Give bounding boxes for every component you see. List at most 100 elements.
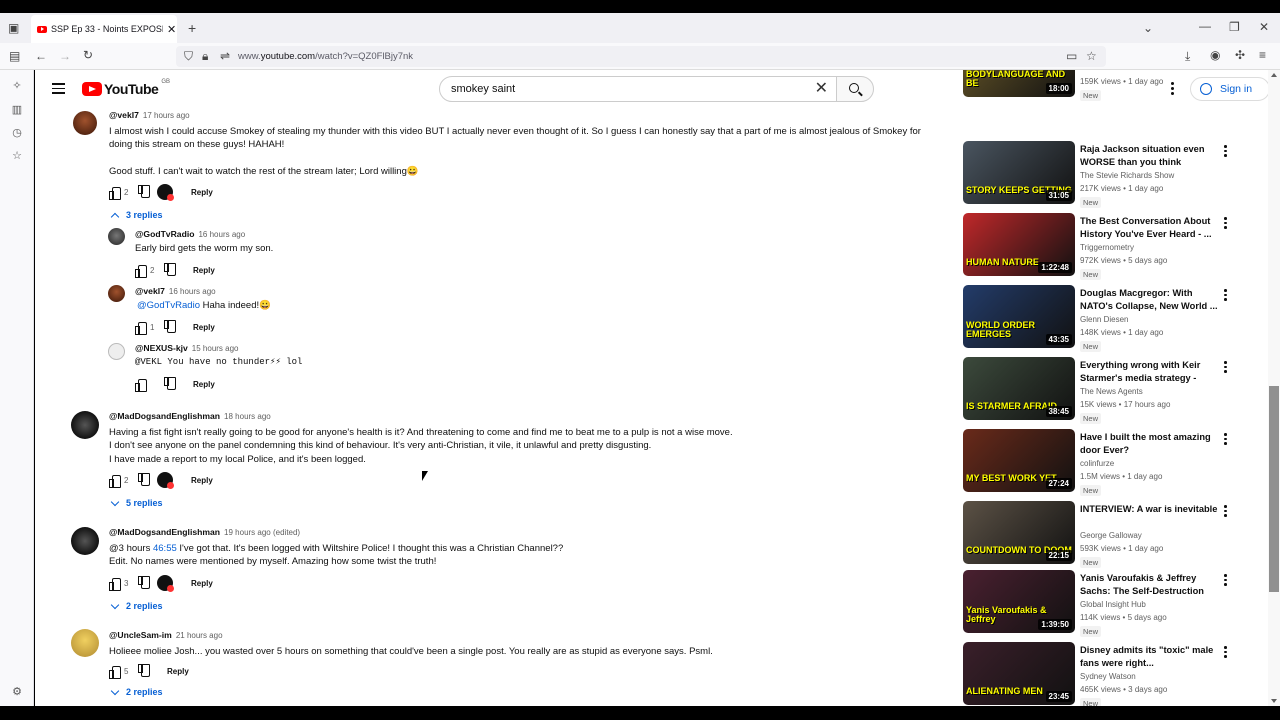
video-more-icon[interactable]: [1224, 217, 1227, 231]
tab-list-icon[interactable]: ▣: [8, 21, 19, 35]
like-icon[interactable]: [109, 577, 121, 591]
menu-icon[interactable]: ≡: [1259, 48, 1266, 62]
avatar[interactable]: [71, 411, 99, 439]
like-icon[interactable]: [109, 474, 121, 488]
reply-time[interactable]: 16 hours ago: [198, 230, 245, 239]
related-video[interactable]: COUNTDOWN TO DOOM 22:15 INTERVIEW: A war i…: [963, 501, 1243, 568]
reply-button[interactable]: Reply: [191, 579, 213, 588]
browser-tab-active[interactable]: SSP Ep 33 - Noints EXPOSED (b ✕: [31, 15, 177, 43]
guide-menu-icon[interactable]: [52, 83, 65, 97]
dislike-icon[interactable]: [164, 265, 175, 276]
video-channel[interactable]: Sydney Watson: [1080, 672, 1136, 681]
video-channel[interactable]: Global Insight Hub: [1080, 600, 1146, 609]
video-more-icon[interactable]: [1224, 505, 1227, 519]
related-video[interactable]: WORLD ORDER EMERGES 43:35 Douglas Macgrego…: [963, 285, 1243, 352]
video-channel[interactable]: Glenn Diesen: [1080, 315, 1128, 324]
comment-time[interactable]: 19 hours ago (edited): [224, 528, 300, 537]
comment-time[interactable]: 21 hours ago: [176, 631, 223, 640]
dislike-icon[interactable]: [138, 475, 149, 486]
dislike-icon[interactable]: [138, 666, 149, 677]
related-video[interactable]: HUMAN NATURE 1:22:48 The Best Conversation…: [963, 213, 1243, 280]
video-thumbnail[interactable]: ALIENATING MEN 23:45: [963, 642, 1075, 705]
video-channel[interactable]: The News Agents: [1080, 387, 1143, 396]
video-title[interactable]: Have I built the most amazing door Ever?: [1080, 431, 1222, 457]
like-icon[interactable]: [135, 378, 147, 392]
clear-search-icon[interactable]: ✕: [815, 77, 828, 101]
timestamp-link[interactable]: 46:55: [153, 543, 177, 554]
tab-overflow-chevron-icon[interactable]: ⌄: [1143, 21, 1153, 35]
dislike-icon[interactable]: [138, 578, 149, 589]
video-title[interactable]: Yanis Varoufakis & Jeffrey Sachs: The Se…: [1080, 572, 1222, 598]
avatar[interactable]: [71, 629, 99, 657]
like-icon[interactable]: [109, 186, 121, 200]
video-channel[interactable]: colinfurze: [1080, 459, 1114, 468]
replies-toggle[interactable]: 5 replies: [110, 497, 163, 508]
like-icon[interactable]: [135, 264, 147, 278]
search-input[interactable]: smokey saint ✕: [439, 76, 837, 102]
reply-button[interactable]: Reply: [191, 188, 213, 197]
downloads-icon[interactable]: ⤓: [1185, 49, 1190, 64]
extensions-icon[interactable]: ✣: [1235, 48, 1245, 62]
new-tab-icon[interactable]: +: [188, 20, 196, 36]
comment-time[interactable]: 17 hours ago: [143, 111, 190, 120]
video-thumbnail[interactable]: STORY KEEPS GETTING 31:05: [963, 141, 1075, 204]
reply-button[interactable]: Reply: [167, 667, 189, 676]
video-more-icon[interactable]: [1224, 433, 1227, 447]
video-more-icon[interactable]: [1224, 646, 1227, 660]
video-channel[interactable]: The Stevie Richards Show: [1080, 171, 1174, 180]
replies-toggle[interactable]: 2 replies: [110, 600, 163, 611]
comment-author[interactable]: @vekl7: [109, 110, 139, 120]
video-title[interactable]: The Best Conversation About History You'…: [1080, 215, 1222, 241]
video-channel[interactable]: George Galloway: [1080, 531, 1142, 540]
dislike-icon[interactable]: [164, 322, 175, 333]
video-more-icon[interactable]: [1224, 361, 1227, 375]
scroll-down-icon[interactable]: [1271, 699, 1277, 703]
avatar[interactable]: [108, 343, 125, 360]
video-thumbnail[interactable]: Yanis Varoufakis & Jeffrey 1:39:50: [963, 570, 1075, 633]
video-title[interactable]: Everything wrong with Keir Starmer's med…: [1080, 359, 1222, 385]
close-tab-icon[interactable]: ✕: [167, 23, 176, 36]
bookmark-star-icon[interactable]: ☆: [1086, 46, 1097, 67]
scrollbar[interactable]: [1268, 70, 1280, 706]
sidebar-settings-icon[interactable]: ⚙: [10, 685, 24, 698]
related-video[interactable]: IS STARMER AFRAID 38:45 Everything wrong w…: [963, 357, 1243, 424]
reply-author[interactable]: @vekl7: [135, 286, 165, 296]
reply-button[interactable]: Reply: [193, 380, 215, 389]
account-icon[interactable]: ◉: [1210, 48, 1220, 62]
permissions-icon[interactable]: ⇌: [220, 46, 230, 67]
video-more-icon[interactable]: [1224, 574, 1227, 588]
forward-icon[interactable]: →: [59, 49, 71, 63]
replies-toggle[interactable]: 2 replies: [110, 686, 163, 697]
like-icon[interactable]: [109, 665, 121, 679]
reply-time[interactable]: 15 hours ago: [192, 344, 239, 353]
video-title[interactable]: Disney admits its "toxic" male fans were…: [1080, 644, 1222, 670]
video-thumbnail[interactable]: MY BEST WORK YET 27:24: [963, 429, 1075, 492]
video-more-icon[interactable]: [1224, 145, 1227, 159]
reload-icon[interactable]: ↻: [83, 48, 93, 62]
close-window-icon[interactable]: ✕: [1259, 20, 1269, 34]
history-icon[interactable]: ◷: [10, 126, 24, 139]
related-video[interactable]: MY BEST WORK YET 27:24 Have I built the mo…: [963, 429, 1243, 496]
video-thumbnail[interactable]: BODYLANGUAGE AND BE 18:00: [963, 70, 1075, 97]
dislike-icon[interactable]: [138, 187, 149, 198]
video-title[interactable]: INTERVIEW: A war is inevitable: [1080, 503, 1222, 516]
avatar[interactable]: [108, 285, 125, 302]
video-thumbnail[interactable]: HUMAN NATURE 1:22:48: [963, 213, 1075, 276]
comment-time[interactable]: 18 hours ago: [224, 412, 271, 421]
video-more-icon[interactable]: [1224, 289, 1227, 303]
synced-tabs-icon[interactable]: ▥: [10, 103, 24, 116]
related-video[interactable]: ALIENATING MEN 23:45 Disney admits its "to…: [963, 642, 1243, 706]
comment-author[interactable]: @MadDogsandEnglishman: [109, 411, 220, 421]
reply-button[interactable]: Reply: [191, 476, 213, 485]
scroll-up-icon[interactable]: [1271, 73, 1277, 77]
related-video[interactable]: STORY KEEPS GETTING 31:05 Raja Jackson sit…: [963, 141, 1243, 208]
restore-window-icon[interactable]: ❐: [1229, 20, 1240, 34]
replies-toggle[interactable]: 3 replies: [110, 210, 163, 221]
reader-view-icon[interactable]: ▭: [1066, 46, 1077, 67]
video-title[interactable]: Douglas Macgregor: With NATO's Collapse,…: [1080, 287, 1222, 313]
video-thumbnail[interactable]: COUNTDOWN TO DOOM 22:15: [963, 501, 1075, 564]
avatar[interactable]: [73, 111, 97, 135]
reply-button[interactable]: Reply: [193, 266, 215, 275]
sidebar-toggle-icon[interactable]: ▤: [9, 49, 20, 63]
avatar[interactable]: [71, 527, 99, 555]
